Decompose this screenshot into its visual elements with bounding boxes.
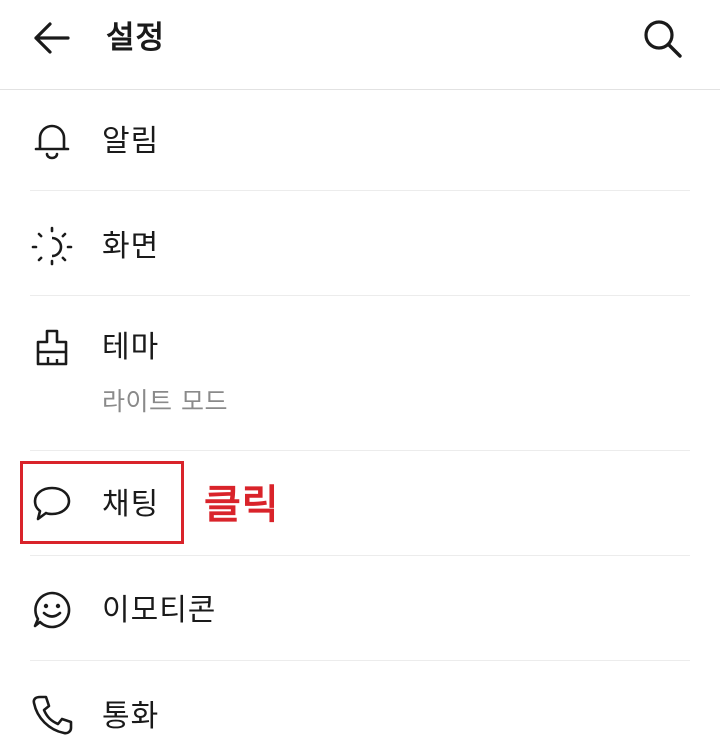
settings-item-display[interactable]: 화면 bbox=[0, 191, 720, 295]
bell-icon bbox=[30, 118, 74, 162]
settings-item-theme[interactable]: 테마 라이트 모드 bbox=[0, 296, 720, 450]
settings-item-sublabel: 라이트 모드 bbox=[102, 387, 228, 416]
page-title: 설정 bbox=[106, 20, 166, 56]
settings-item-label: 알림 bbox=[102, 124, 160, 159]
back-button[interactable] bbox=[28, 16, 76, 60]
smiley-icon bbox=[30, 588, 74, 632]
search-button[interactable] bbox=[638, 14, 688, 64]
arrow-left-icon bbox=[34, 22, 70, 54]
highlight-box bbox=[20, 461, 184, 544]
search-icon bbox=[644, 20, 682, 58]
settings-item-emoticon[interactable]: 이모티콘 bbox=[0, 556, 720, 660]
settings-item-notifications[interactable]: 알림 bbox=[0, 90, 720, 190]
settings-item-label: 화면 bbox=[102, 229, 160, 264]
brightness-icon bbox=[30, 225, 74, 269]
settings-item-call[interactable]: 통화 bbox=[0, 661, 720, 746]
phone-icon bbox=[30, 693, 74, 737]
paint-brush-icon bbox=[30, 326, 74, 370]
app-header: 설정 bbox=[0, 0, 720, 90]
settings-item-label: 테마 bbox=[102, 330, 160, 365]
click-annotation: 클릭 bbox=[204, 482, 280, 528]
settings-item-label: 이모티콘 bbox=[102, 593, 217, 628]
settings-item-label: 통화 bbox=[102, 699, 160, 734]
